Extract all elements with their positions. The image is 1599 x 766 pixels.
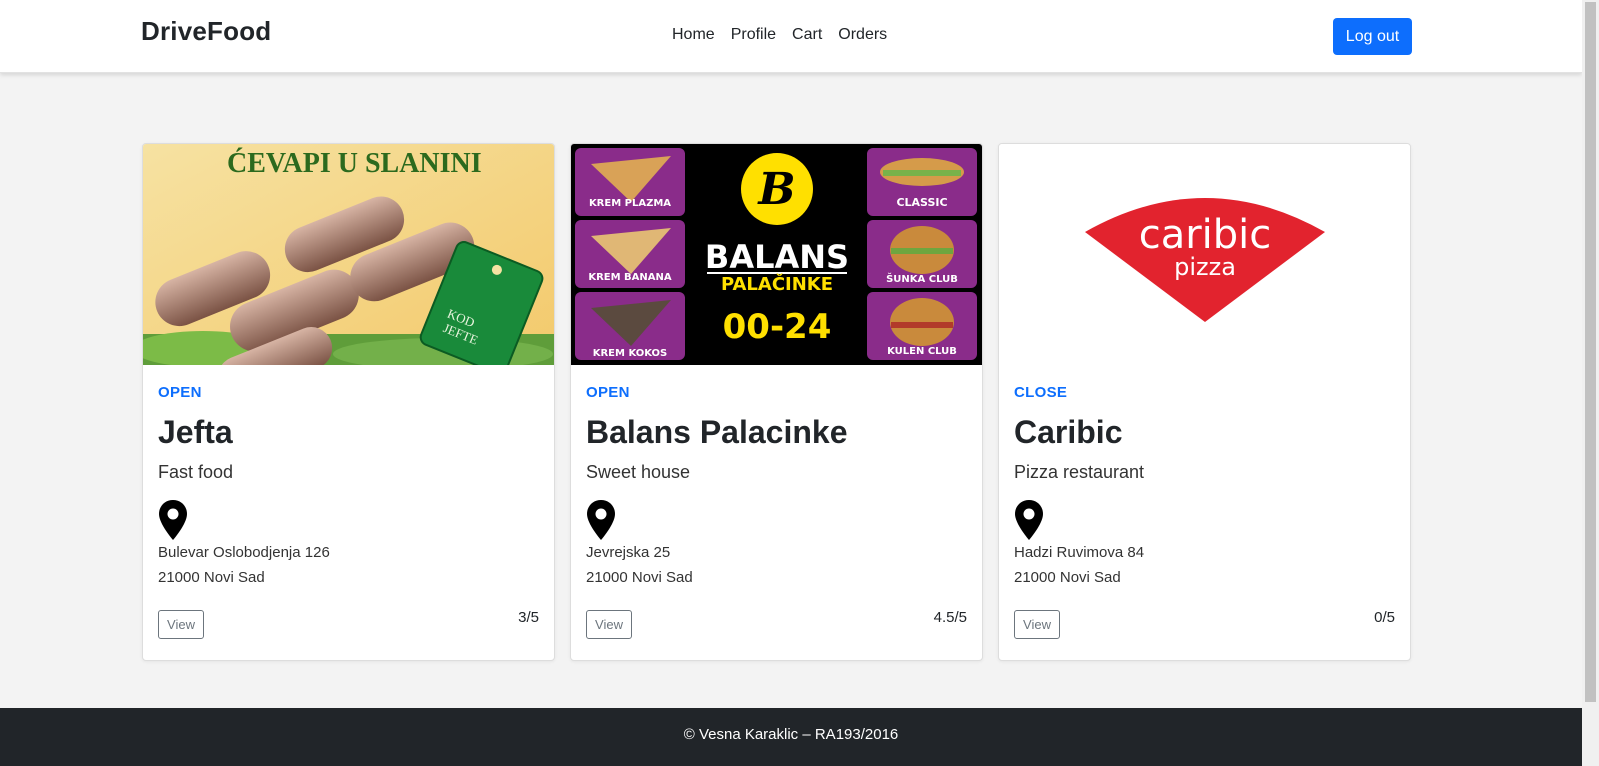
view-button[interactable]: View	[586, 610, 632, 639]
cevapi-photo: KOD JEFTE ĆEVAPI U SLANINI	[143, 144, 554, 365]
rating: 3/5	[518, 609, 539, 626]
image-headline: ĆEVAPI U SLANINI	[227, 148, 482, 179]
nav-link-home[interactable]: Home	[672, 26, 715, 44]
status-badge: OPEN	[586, 384, 630, 401]
rating: 0/5	[1374, 609, 1395, 626]
logout-button[interactable]: Log out	[1333, 18, 1412, 55]
view-button[interactable]: View	[1014, 610, 1060, 639]
main-nav: Home Profile Cart Orders	[672, 26, 903, 44]
restaurant-name: Balans Palacinke	[586, 414, 848, 450]
restaurant-name: Jefta	[158, 414, 233, 450]
view-button[interactable]: View	[158, 610, 204, 639]
restaurant-type: Fast food	[158, 462, 234, 482]
svg-text:KREM PLAZMA: KREM PLAZMA	[589, 198, 671, 209]
restaurant-image: KREM PLAZMA KREM BANANA KREM KOKOS CLASS…	[571, 144, 982, 365]
nav-link-orders[interactable]: Orders	[838, 26, 887, 44]
brand-logo[interactable]: DriveFood	[141, 16, 271, 47]
restaurant-card: KREM PLAZMA KREM BANANA KREM KOKOS CLASS…	[570, 143, 983, 661]
footer-copyright: © Vesna Karaklic – RA193/2016	[683, 726, 899, 743]
restaurant-type: Pizza restaurant	[1014, 462, 1145, 482]
caribic-logo: caribic pizza	[999, 144, 1410, 365]
svg-text:caribic: caribic	[1139, 212, 1272, 258]
address-street: Hadzi Ruvimova 84	[1014, 544, 1145, 561]
address-city: 21000 Novi Sad	[158, 569, 265, 586]
restaurant-image: KOD JEFTE ĆEVAPI U SLANINI	[143, 144, 554, 365]
restaurant-type: Sweet house	[586, 462, 691, 482]
rating: 4.5/5	[933, 609, 967, 626]
svg-text:KULEN CLUB: KULEN CLUB	[887, 346, 957, 357]
status-badge: CLOSE	[1014, 384, 1068, 401]
svg-text:ŠUNKA CLUB: ŠUNKA CLUB	[886, 272, 958, 285]
balans-banner: KREM PLAZMA KREM BANANA KREM KOKOS CLASS…	[571, 144, 982, 365]
address-city: 21000 Novi Sad	[586, 569, 693, 586]
vertical-scrollbar[interactable]	[1582, 0, 1599, 766]
svg-text:00-24: 00-24	[723, 307, 832, 347]
restaurant-card: KOD JEFTE ĆEVAPI U SLANINI OPEN Jefta Fa…	[142, 143, 555, 661]
status-badge: OPEN	[158, 384, 202, 401]
restaurant-card: caribic pizza CLOSE Caribic Pizza restau…	[998, 143, 1411, 661]
restaurant-name: Caribic	[1014, 414, 1123, 450]
svg-text:KREM KOKOS: KREM KOKOS	[593, 348, 668, 359]
location-pin-icon	[587, 500, 615, 540]
svg-text:pizza: pizza	[1174, 253, 1236, 281]
navbar: DriveFood Home Profile Cart Orders Log o…	[0, 0, 1582, 73]
address-street: Bulevar Oslobodjenja 126	[158, 544, 330, 561]
nav-link-profile[interactable]: Profile	[731, 26, 776, 44]
nav-link-cart[interactable]: Cart	[792, 26, 822, 44]
svg-text:B: B	[756, 164, 795, 215]
svg-text:PALAČINKE: PALAČINKE	[721, 273, 833, 295]
address-city: 21000 Novi Sad	[1014, 569, 1121, 586]
footer: © Vesna Karaklic – RA193/2016	[0, 708, 1582, 766]
restaurant-image: caribic pizza	[999, 144, 1410, 365]
location-pin-icon	[159, 500, 187, 540]
svg-text:CLASSIC: CLASSIC	[896, 196, 947, 209]
scrollbar-thumb[interactable]	[1585, 2, 1596, 702]
svg-text:KREM BANANA: KREM BANANA	[588, 272, 672, 283]
location-pin-icon	[1015, 500, 1043, 540]
svg-text:BALANS: BALANS	[705, 238, 849, 276]
address-street: Jevrejska 25	[586, 544, 671, 561]
